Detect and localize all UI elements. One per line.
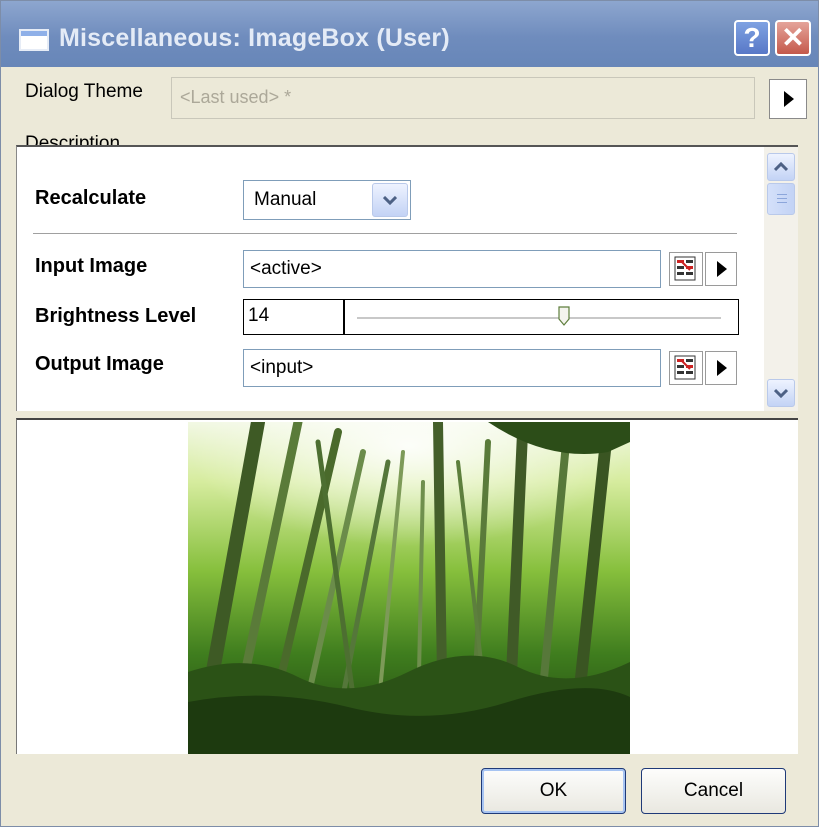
scroll-down-icon — [774, 388, 788, 398]
brightness-slider[interactable] — [343, 299, 739, 335]
arrow-right-icon — [717, 261, 727, 277]
dialog-window: Miscellaneous: ImageBox (User) ? ✕ Dialo… — [0, 0, 819, 827]
cancel-button[interactable]: Cancel — [641, 768, 786, 814]
parameters-panel: Recalculate Manual Input Image <active> — [16, 145, 798, 411]
help-button[interactable]: ? — [734, 20, 770, 56]
brightness-level-label: Brightness Level — [35, 305, 197, 327]
theme-menu-button[interactable] — [769, 79, 807, 119]
separator — [33, 233, 737, 234]
dialog-theme-label: Dialog Theme — [25, 81, 143, 102]
chevron-down-icon — [383, 196, 397, 206]
scroll-up-icon — [774, 162, 788, 172]
output-image-browse-button[interactable] — [669, 351, 703, 385]
brightness-value: 14 — [248, 305, 270, 326]
input-image-menu-button[interactable] — [705, 252, 737, 286]
recalculate-dropdown-button[interactable] — [372, 183, 408, 217]
window-title: Miscellaneous: ImageBox (User) — [59, 24, 450, 52]
arrow-right-icon — [717, 360, 727, 376]
scroll-thumb[interactable] — [767, 183, 795, 215]
grip-line — [777, 198, 787, 199]
bamboo-forest-image — [188, 422, 630, 754]
recalculate-value: Manual — [254, 189, 317, 210]
app-window-icon — [19, 29, 49, 51]
scroll-down-button[interactable] — [767, 379, 795, 407]
ok-button[interactable]: OK — [481, 768, 626, 814]
grip-line — [777, 194, 787, 195]
output-image-menu-button[interactable] — [705, 351, 737, 385]
input-image-field[interactable]: <active> — [243, 250, 661, 288]
title-bar[interactable]: Miscellaneous: ImageBox (User) ? ✕ — [1, 1, 818, 67]
brightness-value-field[interactable]: 14 — [243, 299, 345, 335]
workbook-icon — [674, 355, 696, 380]
close-button[interactable]: ✕ — [775, 20, 811, 56]
input-image-value: <active> — [250, 258, 322, 279]
image-preview-panel — [16, 418, 798, 754]
recalculate-select[interactable]: Manual — [243, 180, 411, 220]
workbook-icon — [674, 256, 696, 281]
grip-line — [777, 202, 787, 203]
dialog-theme-field[interactable]: <Last used> * — [171, 77, 755, 119]
slider-track — [357, 317, 721, 320]
input-image-label: Input Image — [35, 255, 148, 277]
arrow-right-icon — [784, 91, 794, 107]
output-image-label: Output Image — [35, 353, 164, 375]
scroll-up-button[interactable] — [767, 153, 795, 181]
recalculate-label: Recalculate — [35, 187, 147, 209]
output-image-field[interactable]: <input> — [243, 349, 661, 387]
output-image-value: <input> — [250, 357, 314, 378]
slider-thumb-icon[interactable] — [558, 306, 571, 326]
parameters-scrollbar[interactable] — [764, 147, 798, 411]
input-image-browse-button[interactable] — [669, 252, 703, 286]
